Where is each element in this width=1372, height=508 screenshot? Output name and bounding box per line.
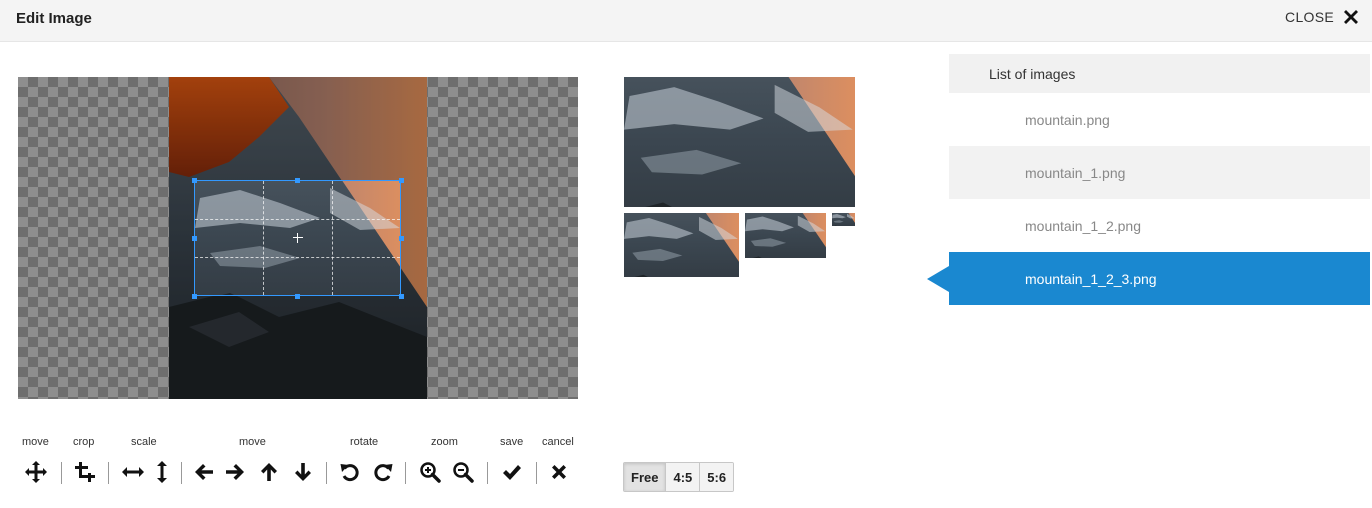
crop-handle-e[interactable] — [399, 236, 404, 241]
rotate-left-icon — [339, 461, 361, 483]
toolbar-label-save: save — [500, 436, 524, 448]
toolbar-label-cancel: cancel — [542, 436, 574, 448]
zoom-out-icon — [452, 461, 474, 483]
crop-guide-horizontal — [195, 219, 400, 220]
crop-center-marker — [292, 233, 303, 243]
arrow-down-icon — [292, 461, 314, 483]
cancel-button[interactable] — [545, 458, 573, 486]
aspect-ratio-4-5-button[interactable]: 4:5 — [666, 463, 701, 491]
close-icon — [1342, 8, 1360, 26]
move-up-button[interactable] — [255, 458, 283, 486]
toolbar-separator — [487, 462, 488, 484]
move-left-button[interactable] — [190, 458, 218, 486]
cancel-icon — [550, 463, 568, 481]
toolbar-label-move: move — [22, 436, 49, 448]
rotate-right-button[interactable] — [369, 458, 397, 486]
arrow-right-icon — [224, 461, 246, 483]
toolbar-label-rotate: rotate — [350, 436, 379, 448]
save-button[interactable] — [498, 458, 526, 486]
check-icon — [501, 461, 523, 483]
crop-handle-nw[interactable] — [192, 178, 197, 183]
image-list-item[interactable]: mountain.png — [949, 93, 1370, 146]
move-mode-button[interactable] — [22, 458, 50, 486]
scale-vertical-button[interactable] — [148, 458, 176, 486]
crop-preview-small — [745, 213, 826, 258]
crop-handle-n[interactable] — [295, 178, 300, 183]
scale-horizontal-button[interactable] — [119, 458, 147, 486]
image-list-item-selected[interactable]: mountain_1_2_3.png — [927, 252, 1370, 305]
scale-vertical-icon — [155, 460, 169, 484]
move-right-button[interactable] — [221, 458, 249, 486]
crop-guide-vertical — [332, 181, 333, 295]
toolbar-separator — [181, 462, 182, 484]
aspect-ratio-5-6-button[interactable]: 5:6 — [700, 463, 734, 491]
crop-guide-vertical — [263, 181, 264, 295]
move-icon — [24, 460, 48, 484]
crop-handle-w[interactable] — [192, 236, 197, 241]
crop-guide-horizontal — [195, 257, 400, 258]
crop-box[interactable] — [194, 180, 401, 296]
toolbar-separator — [108, 462, 109, 484]
image-list-item[interactable]: mountain_1.png — [949, 146, 1370, 199]
zoom-in-button[interactable] — [416, 458, 444, 486]
toolbar-label-move-direction: move — [239, 436, 266, 448]
toolbar-separator — [326, 462, 327, 484]
crop-handle-ne[interactable] — [399, 178, 404, 183]
arrow-up-icon — [258, 461, 280, 483]
rotate-right-icon — [372, 461, 394, 483]
move-down-button[interactable] — [289, 458, 317, 486]
image-list-item[interactable]: mountain_1_2.png — [949, 199, 1370, 252]
toolbar-label-zoom: zoom — [431, 436, 458, 448]
crop-preview-large — [624, 77, 855, 207]
crop-icon — [74, 461, 96, 483]
crop-preview-extra-small — [832, 213, 855, 226]
close-button[interactable]: CLOSE — [1285, 6, 1360, 28]
crop-handle-se[interactable] — [399, 294, 404, 299]
scale-horizontal-icon — [121, 465, 145, 479]
image-list-item-label: mountain_1_2_3.png — [1025, 270, 1157, 287]
toolbar-separator — [405, 462, 406, 484]
crop-handle-sw[interactable] — [192, 294, 197, 299]
toolbar-separator — [61, 462, 62, 484]
selection-pointer-icon — [927, 265, 949, 292]
aspect-ratio-group: Free 4:5 5:6 — [623, 462, 735, 492]
dialog-header: Edit Image CLOSE — [0, 0, 1372, 42]
zoom-out-button[interactable] — [449, 458, 477, 486]
toolbar-label-crop: crop — [73, 436, 95, 448]
dialog-title: Edit Image — [16, 10, 92, 27]
crop-handle-s[interactable] — [295, 294, 300, 299]
image-editor-canvas[interactable] — [18, 77, 578, 399]
image-list-header: List of images — [949, 54, 1370, 93]
close-label: CLOSE — [1285, 9, 1334, 25]
crop-mode-button[interactable] — [71, 458, 99, 486]
aspect-ratio-free-button[interactable]: Free — [624, 463, 667, 491]
image-list: List of images mountain.png mountain_1.p… — [927, 54, 1370, 305]
zoom-in-icon — [419, 461, 441, 483]
toolbar-separator — [536, 462, 537, 484]
arrow-left-icon — [193, 461, 215, 483]
crop-preview-medium — [624, 213, 739, 277]
toolbar-label-scale: scale — [131, 436, 157, 448]
rotate-left-button[interactable] — [336, 458, 364, 486]
